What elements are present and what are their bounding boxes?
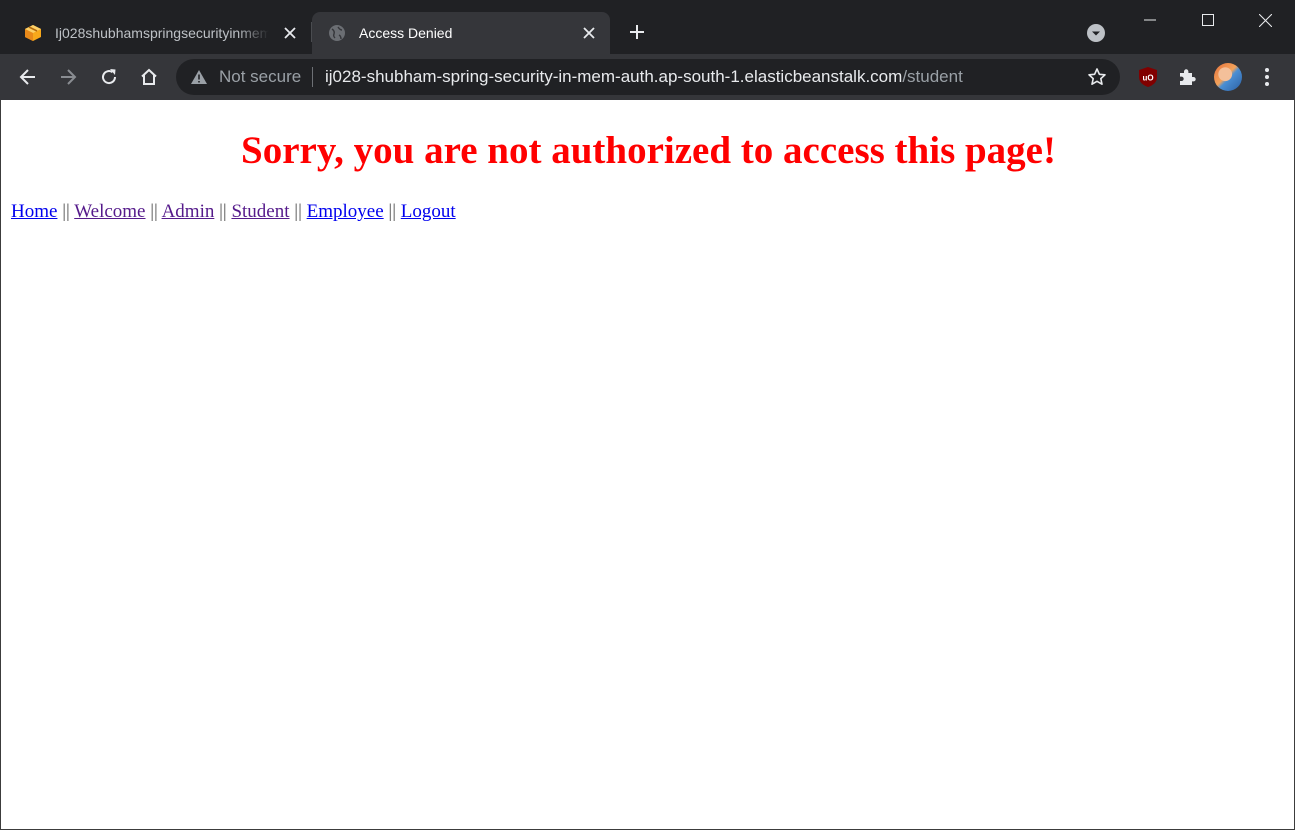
nav-link-welcome[interactable]: Welcome [74, 201, 145, 222]
warning-icon[interactable] [191, 70, 207, 84]
nav-links: Home || Welcome || Admin || Student || E… [11, 201, 456, 223]
nav-link-logout[interactable]: Logout [401, 201, 456, 222]
access-denied-heading: Sorry, you are not authorized to access … [241, 129, 1056, 172]
browser-toolbar: Not secure ij028-shubham-spring-security… [0, 54, 1295, 100]
tab-title: Ij028shubhamspringsecurityinmem-env [55, 25, 269, 41]
chevron-down-circle-icon [1087, 24, 1105, 42]
omnibox-divider [312, 67, 313, 87]
back-button[interactable] [14, 63, 42, 91]
profile-avatar[interactable] [1214, 63, 1242, 91]
ublock-origin-extension-icon[interactable]: uO [1137, 66, 1159, 88]
close-tab-icon[interactable] [580, 24, 598, 42]
browser-tab-strip: Ij028shubhamspringsecurityinmem-env Acce… [0, 0, 1295, 54]
home-icon [141, 68, 157, 85]
new-tab-button[interactable] [623, 18, 651, 46]
tab-title: Access Denied [359, 25, 453, 41]
close-window-button[interactable] [1242, 0, 1288, 40]
tab-elastic-beanstalk[interactable]: Ij028shubhamspringsecurityinmem-env [8, 12, 311, 54]
reload-button[interactable] [95, 63, 123, 91]
nav-link-employee[interactable]: Employee [307, 201, 384, 222]
maximize-icon [1202, 14, 1214, 26]
nav-link-admin[interactable]: Admin [162, 201, 215, 222]
arrow-left-icon [19, 69, 35, 85]
extensions-puzzle-icon[interactable] [1176, 66, 1198, 88]
svg-text:uO: uO [1142, 74, 1153, 83]
address-bar[interactable]: Not secure ij028-shubham-spring-security… [176, 59, 1120, 95]
url-path: /student [902, 67, 963, 86]
page-content: Sorry, you are not authorized to access … [0, 100, 1295, 830]
aws-box-icon [24, 24, 42, 42]
nav-link-home[interactable]: Home [11, 201, 57, 222]
close-tab-icon[interactable] [281, 24, 299, 42]
tab-search-button[interactable] [1085, 22, 1107, 44]
arrow-right-icon [61, 69, 77, 85]
reload-icon [102, 69, 117, 85]
nav-separator: || [388, 201, 397, 222]
nav-link-student[interactable]: Student [231, 201, 289, 222]
url-host: ij028-shubham-spring-security-in-mem-aut… [325, 67, 903, 86]
plus-icon [630, 25, 644, 39]
nav-separator: || [150, 201, 158, 222]
tab-access-denied[interactable]: Access Denied [312, 12, 610, 54]
close-icon [1258, 13, 1272, 27]
minimize-window-button[interactable] [1127, 0, 1173, 40]
security-label[interactable]: Not secure [219, 68, 301, 86]
minimize-icon [1144, 19, 1156, 21]
nav-separator: || [219, 201, 227, 222]
more-menu-icon[interactable] [1255, 65, 1279, 89]
url-text[interactable]: ij028-shubham-spring-security-in-mem-aut… [325, 68, 963, 86]
forward-button[interactable] [54, 63, 82, 91]
bookmark-star-icon[interactable] [1087, 67, 1107, 87]
home-button[interactable] [135, 63, 163, 91]
globe-icon [328, 24, 346, 42]
maximize-window-button[interactable] [1185, 0, 1231, 40]
nav-separator: || [62, 201, 70, 222]
nav-separator: || [294, 201, 302, 222]
